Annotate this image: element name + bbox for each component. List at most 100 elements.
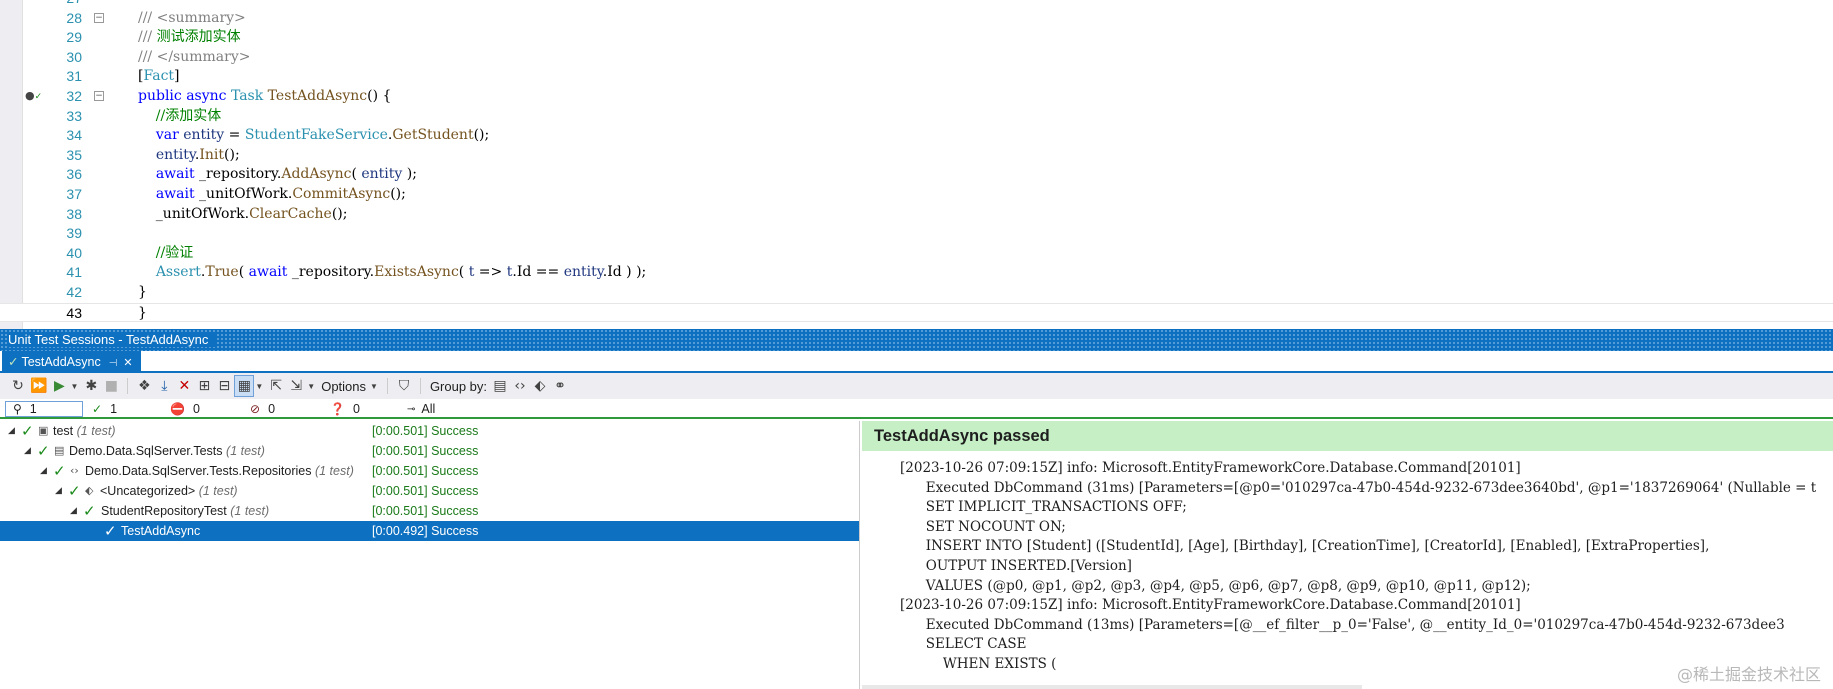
code-token: await — [248, 264, 292, 281]
group-by-namespace-icon[interactable]: ‹› — [510, 375, 530, 397]
check-icon: ✓ — [8, 355, 19, 369]
code-token: entity — [563, 264, 603, 281]
group-by-project-icon[interactable]: ▤ — [490, 375, 510, 397]
tree-row-test[interactable]: ✓ TestAddAsync [0:00.492] Success — [0, 521, 859, 541]
line-number: 42 — [66, 283, 82, 300]
output-horizontal-scrollbar[interactable] — [862, 685, 1362, 689]
code-token: async — [186, 87, 231, 104]
tree-row-category[interactable]: ◢ ✓ ⬖ <Uncategorized> (1 test) [0:00.501] Su… — [0, 481, 859, 501]
code-line[interactable]: 32 ●✓ − public async Task TestAddAsync() { — [0, 87, 1833, 107]
code-line[interactable]: 39 — [0, 224, 1833, 244]
group-by-category-icon[interactable]: ⬖ — [530, 375, 550, 397]
unknown-icon: ❓ — [330, 402, 345, 416]
filter-total[interactable]: ⚲ 1 — [5, 401, 83, 417]
code-token: (); — [224, 146, 240, 163]
tree-row-assembly[interactable]: ◢ ✓ ▤ Demo.Data.SqlServer.Tests (1 test) [0:… — [0, 441, 859, 461]
code-token: await — [155, 166, 200, 183]
run-dropdown-icon[interactable]: ▼ — [70, 382, 78, 391]
passed-icon: ✓ — [92, 402, 103, 416]
group-by-class-icon[interactable]: ⚭ — [550, 375, 570, 397]
tab-test-add-async[interactable]: ✓ TestAddAsync ⊣ ✕ — [2, 351, 141, 373]
code-line[interactable]: 40 //验证 — [0, 244, 1833, 264]
status-filter-bar: ⚲ 1 ✓ 1 ⛔ 0 ⊘ 0 ❓ 0 ⊸ All — [0, 399, 1833, 419]
line-number: 35 — [66, 146, 82, 163]
tree-row-class[interactable]: ◢ ✓ StudentRepositoryTest (1 test) [0:00.50… — [0, 501, 859, 521]
code-text: [Fact] — [138, 67, 180, 87]
code-token: //验证 — [138, 244, 194, 261]
tree-row-project[interactable]: ◢ ✓ ▣ test (1 test) [0:00.501] Success — [0, 421, 859, 441]
line-number: 40 — [66, 244, 82, 261]
code-text: /// </summary> — [138, 48, 251, 68]
filter-unknown[interactable]: ❓ 0 — [330, 401, 360, 417]
expand-arrow-icon[interactable]: ◢ — [40, 461, 47, 481]
filter-failed[interactable]: ⛔ 0 — [170, 401, 200, 417]
line-number: 37 — [66, 185, 82, 202]
tests-icon: ⚲ — [13, 402, 22, 416]
expand-arrow-icon[interactable]: ◢ — [8, 421, 15, 441]
import-icon[interactable]: ⇲ — [286, 375, 306, 397]
node-result: [0:00.492] Success — [372, 524, 479, 538]
filter-ignored[interactable]: ⊘ 0 — [250, 401, 275, 417]
passed-check-icon: ✓ — [68, 482, 81, 500]
code-line[interactable]: 41 Assert.True( await _repository.Exists… — [0, 263, 1833, 283]
code-line[interactable]: 42} — [0, 283, 1833, 303]
filter-passed[interactable]: ✓ 1 — [92, 401, 117, 417]
toolbar-separator — [419, 378, 421, 394]
code-line[interactable]: 36 await _repository.AddAsync( entity ); — [0, 165, 1833, 185]
run-all-icon[interactable]: ⏩ — [28, 375, 49, 397]
code-token: entity — [155, 146, 195, 163]
code-line[interactable]: 43} — [0, 302, 1833, 323]
stop-icon[interactable]: ■ — [101, 375, 121, 397]
expand-arrow-icon[interactable]: ◢ — [70, 501, 77, 521]
toolbar-separator — [127, 378, 129, 394]
code-line[interactable]: 27 — [0, 0, 1833, 9]
export-icon[interactable]: ⇱ — [266, 375, 286, 397]
options-dropdown-icon[interactable]: ▼ — [370, 382, 378, 391]
options-button[interactable]: Options — [318, 379, 369, 394]
panel-title-bar[interactable]: Unit Test Sessions - TestAddAsync — [0, 329, 1833, 351]
expand-arrow-icon[interactable]: ◢ — [55, 481, 62, 501]
code-line[interactable]: 34 var entity = StudentFakeService.GetSt… — [0, 126, 1833, 146]
code-line[interactable]: 37 await _unitOfWork.CommitAsync(); — [0, 185, 1833, 205]
code-editor[interactable]: 2728 − /// <summary> 29 /// 测试添加实体 30 /// </su… — [0, 0, 1833, 329]
code-line[interactable]: 28 − /// <summary> — [0, 9, 1833, 29]
node-result: [0:00.501] Success — [372, 484, 479, 498]
debug-icon[interactable]: ✱ — [81, 375, 101, 397]
code-token: (); — [390, 185, 406, 202]
code-line[interactable]: 30 /// </summary> — [0, 48, 1833, 68]
code-line[interactable]: 35 entity.Init(); — [0, 146, 1833, 166]
layout-dropdown-icon[interactable]: ▼ — [255, 382, 263, 391]
pin-icon[interactable]: ⊣ — [109, 358, 118, 369]
code-token: Assert — [155, 264, 201, 281]
code-token: ( — [458, 264, 469, 281]
fold-toggle-icon[interactable]: − — [94, 90, 104, 101]
code-line[interactable]: 31 [Fact] — [0, 67, 1833, 87]
refresh-icon[interactable]: ↻ — [8, 375, 28, 397]
code-line[interactable]: 29 /// 测试添加实体 — [0, 28, 1833, 48]
filter-icon[interactable]: ⛉ — [394, 375, 414, 397]
output-line: [2023-10-26 07:09:15Z] info: Microsoft.E… — [900, 460, 1521, 476]
output-line: SET IMPLICIT_TRANSACTIONS OFF; — [900, 499, 1187, 516]
code-line[interactable]: 38 _unitOfWork.ClearCache(); — [0, 205, 1833, 225]
track-icon[interactable]: ❖ — [134, 375, 154, 397]
add-tests-icon[interactable]: ⤓ — [154, 375, 174, 397]
import-dropdown-icon[interactable]: ▼ — [307, 382, 315, 391]
output-log[interactable]: [2023-10-26 07:09:15Z] info: Microsoft.E… — [862, 451, 1833, 675]
run-icon[interactable]: ▶ — [49, 375, 69, 397]
expand-all-icon[interactable]: ⊞ — [194, 375, 214, 397]
test-run-glyph-icon[interactable]: ●✓ — [25, 89, 42, 103]
tree-row-namespace[interactable]: ◢ ✓ ‹› Demo.Data.SqlServer.Tests.Repositori… — [0, 461, 859, 481]
session-tab-label: TestAddAsync — [21, 355, 101, 369]
fold-toggle-icon[interactable]: − — [94, 12, 104, 23]
close-icon[interactable]: ✕ — [123, 357, 132, 369]
filter-scope[interactable]: ⊸ All — [407, 401, 435, 417]
code-text: public async Task TestAddAsync() { — [138, 87, 391, 107]
show-output-icon[interactable]: ▦ — [234, 375, 255, 397]
code-token: _unitOfWork. — [199, 185, 293, 202]
node-test-count: (1 test) — [226, 444, 265, 458]
code-line[interactable]: 33 //添加实体 — [0, 107, 1833, 127]
expand-arrow-icon[interactable]: ◢ — [24, 441, 31, 461]
collapse-all-icon[interactable]: ⊟ — [214, 375, 234, 397]
remove-icon[interactable]: ✕ — [174, 375, 194, 397]
